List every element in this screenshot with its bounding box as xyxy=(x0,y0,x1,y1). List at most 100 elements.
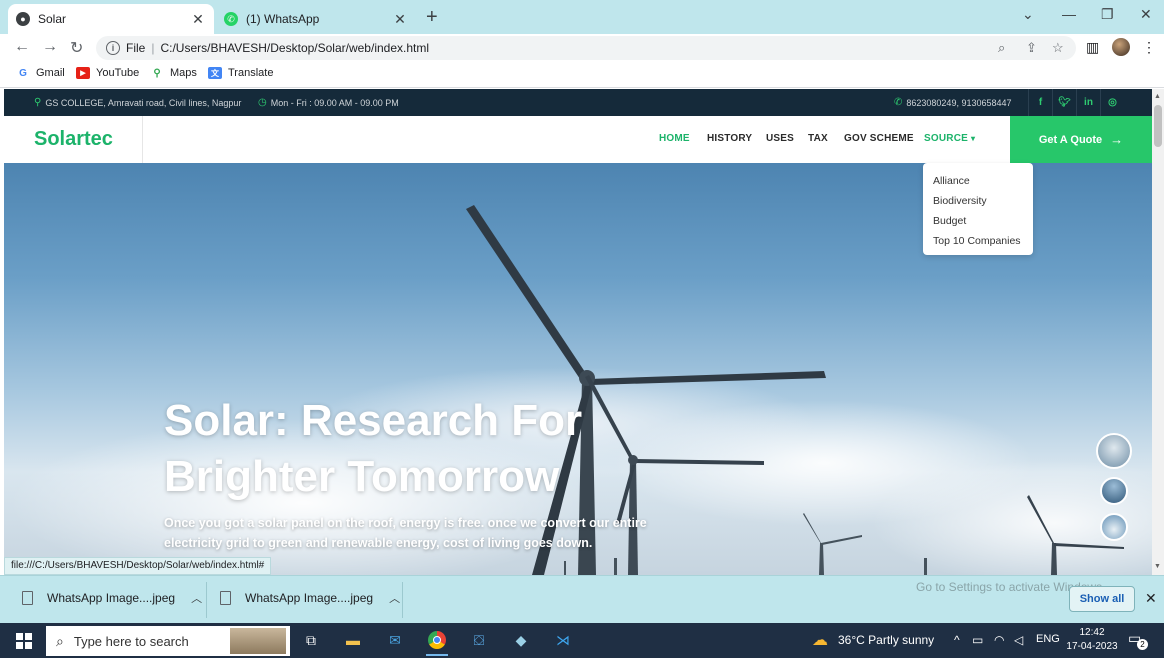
phone-icon: ✆ xyxy=(894,97,903,108)
volume-icon[interactable]: ◁ xyxy=(1014,633,1023,647)
download-filename: WhatsApp Image....jpeg xyxy=(47,591,176,605)
linkedin-icon[interactable]: in xyxy=(1076,89,1100,116)
carousel-thumb-1[interactable] xyxy=(1096,433,1132,469)
wifi-icon[interactable]: ◠ xyxy=(994,633,1004,647)
url-text: C:/Users/BHAVESH/Desktop/Solar/web/index… xyxy=(160,41,430,55)
scrollbar-thumb[interactable] xyxy=(1154,105,1162,147)
bookmark-label: Maps xyxy=(170,67,197,79)
nav-gov-scheme[interactable]: GOV SCHEME xyxy=(844,133,914,144)
get-quote-label: Get A Quote xyxy=(1038,133,1103,146)
close-tab-icon[interactable]: ✕ xyxy=(190,11,206,28)
site-navbar: Solartec HOME HISTORY USES TAX GOV SCHEM… xyxy=(4,116,1152,163)
arrow-right-icon: → xyxy=(1110,132,1124,147)
get-quote-button[interactable]: Get A Quote → xyxy=(1010,116,1152,163)
source-dropdown-menu: Alliance Biodiversity Budget Top 10 Comp… xyxy=(923,163,1033,255)
weather-text[interactable]: 36°C Partly sunny xyxy=(838,633,934,647)
youtube-icon: ▶ xyxy=(76,67,90,79)
nav-uses[interactable]: USES xyxy=(766,133,794,144)
windows-start-icon[interactable] xyxy=(16,633,32,649)
download-item[interactable]: WhatsApp Image....jpeg ︿ xyxy=(22,590,202,606)
more-menu-icon[interactable]: ⋮ xyxy=(1142,39,1156,56)
twitter-icon[interactable]: 🐦︎ xyxy=(1052,89,1076,116)
store-icon[interactable]: ⛋ xyxy=(468,629,490,651)
bookmarks-bar: G Gmail ▶ YouTube ⚲ Maps 文 Translate xyxy=(0,62,1164,88)
back-arrow-icon[interactable]: ← xyxy=(14,38,30,56)
side-panel-icon[interactable]: ▥ xyxy=(1086,39,1099,56)
search-highlight-image xyxy=(230,628,286,654)
navbar-divider xyxy=(142,116,143,163)
web-page: ⚲ GS COLLEGE, Amravati road, Civil lines… xyxy=(4,89,1152,575)
bookmark-translate[interactable]: 文 Translate xyxy=(208,67,273,79)
bookmark-youtube[interactable]: ▶ YouTube xyxy=(76,67,139,79)
weather-icon[interactable]: ☁ xyxy=(812,630,828,650)
forward-arrow-icon[interactable]: → xyxy=(42,38,58,56)
info-icon[interactable]: i xyxy=(106,41,120,55)
bookmark-label: YouTube xyxy=(96,67,140,79)
close-tab-icon[interactable]: ✕ xyxy=(392,11,408,28)
tab-solar[interactable]: ● Solar ✕ xyxy=(8,4,214,34)
restore-icon[interactable]: ❐ xyxy=(1101,6,1114,23)
facebook-icon[interactable]: f xyxy=(1028,89,1052,116)
page-scrollbar[interactable]: ▲ ▼ xyxy=(1152,89,1164,575)
hero-title-line: Brighter Tomorrow xyxy=(164,452,560,501)
nav-home[interactable]: HOME xyxy=(659,133,690,144)
carousel-thumb-2[interactable] xyxy=(1100,477,1128,505)
carousel-thumb-3[interactable] xyxy=(1100,513,1128,541)
nav-source[interactable]: SOURCE ▾ xyxy=(924,133,975,144)
show-hidden-icons[interactable]: ^ xyxy=(954,633,960,647)
whatsapp-icon: ✆ xyxy=(224,12,238,26)
bookmark-maps[interactable]: ⚲ Maps xyxy=(150,67,197,79)
share-icon[interactable]: ⇪ xyxy=(1026,40,1037,56)
bookmark-gmail[interactable]: G Gmail xyxy=(16,67,65,79)
site-logo[interactable]: Solartec xyxy=(34,128,113,151)
chevron-up-icon[interactable]: ︿ xyxy=(389,590,400,606)
file-explorer-icon[interactable]: ▬ xyxy=(342,629,364,651)
reload-icon[interactable]: ↻ xyxy=(70,38,83,58)
address-bar[interactable]: i File | C:/Users/BHAVESH/Desktop/Solar/… xyxy=(96,36,1076,60)
bookmark-star-icon[interactable]: ☆ xyxy=(1052,40,1064,56)
download-item[interactable]: WhatsApp Image....jpeg ︿ xyxy=(220,590,400,606)
chevron-up-icon[interactable]: ︿ xyxy=(191,590,202,606)
tab-whatsapp[interactable]: ✆ (1) WhatsApp ✕ xyxy=(216,4,416,34)
clock-icon: ◷ xyxy=(258,97,267,108)
notification-center-icon[interactable]: ▭ 2 xyxy=(1128,630,1148,650)
dropdown-item-biodiversity[interactable]: Biodiversity xyxy=(923,191,1033,211)
language-indicator[interactable]: ENG xyxy=(1036,633,1060,645)
url-divider: | xyxy=(151,41,155,55)
search-placeholder: Type here to search xyxy=(73,633,189,649)
close-window-icon[interactable]: ✕ xyxy=(1140,6,1152,23)
close-shelf-icon[interactable]: ✕ xyxy=(1145,590,1157,607)
clock-date: 17-04-2023 xyxy=(1066,641,1118,652)
hours-text: Mon - Fri : 09.00 AM - 09.00 PM xyxy=(270,97,399,108)
minimize-icon[interactable]: — xyxy=(1062,6,1076,22)
tab-search-chevron-icon[interactable]: ⌄ xyxy=(1022,6,1034,23)
task-view-icon[interactable]: ⧉ xyxy=(300,629,322,651)
search-icon: ⌕ xyxy=(56,632,64,649)
bookmark-label: Translate xyxy=(228,67,274,79)
instagram-icon[interactable]: ◎ xyxy=(1100,89,1124,116)
nav-history[interactable]: HISTORY xyxy=(707,133,752,144)
windows-taskbar: ⌕ Type here to search ⧉ ▬ ✉ ⛋ ◆ ⋊ ☁ 36°C… xyxy=(0,623,1164,658)
address-info: ⚲ GS COLLEGE, Amravati road, Civil lines… xyxy=(34,97,241,108)
dropdown-item-budget[interactable]: Budget xyxy=(923,211,1033,231)
scroll-down-icon[interactable]: ▼ xyxy=(1154,563,1161,570)
zoom-icon[interactable]: ⌕ xyxy=(998,40,1005,56)
dropdown-item-top-companies[interactable]: Top 10 Companies xyxy=(923,231,1033,251)
notification-count: 2 xyxy=(1137,639,1148,650)
app-icon[interactable]: ◆ xyxy=(510,629,532,651)
scroll-up-icon[interactable]: ▲ xyxy=(1154,93,1161,100)
show-all-button[interactable]: Show all xyxy=(1069,586,1135,612)
nav-tax[interactable]: TAX xyxy=(808,133,828,144)
mail-icon[interactable]: ✉ xyxy=(384,629,406,651)
vscode-icon[interactable]: ⋊ xyxy=(552,629,574,651)
chrome-icon[interactable] xyxy=(426,629,448,656)
address-text: GS COLLEGE, Amravati road, Civil lines, … xyxy=(45,97,242,108)
taskbar-clock[interactable]: 12:42 17-04-2023 xyxy=(1064,626,1120,654)
taskbar-search-box[interactable]: ⌕ Type here to search xyxy=(46,626,290,656)
profile-avatar[interactable] xyxy=(1112,38,1130,56)
chrome-logo xyxy=(428,631,446,649)
dropdown-item-alliance[interactable]: Alliance xyxy=(923,171,1033,191)
battery-icon[interactable]: ▭ xyxy=(972,633,983,647)
translate-icon: 文 xyxy=(208,67,222,79)
new-tab-button[interactable]: + xyxy=(426,6,438,29)
